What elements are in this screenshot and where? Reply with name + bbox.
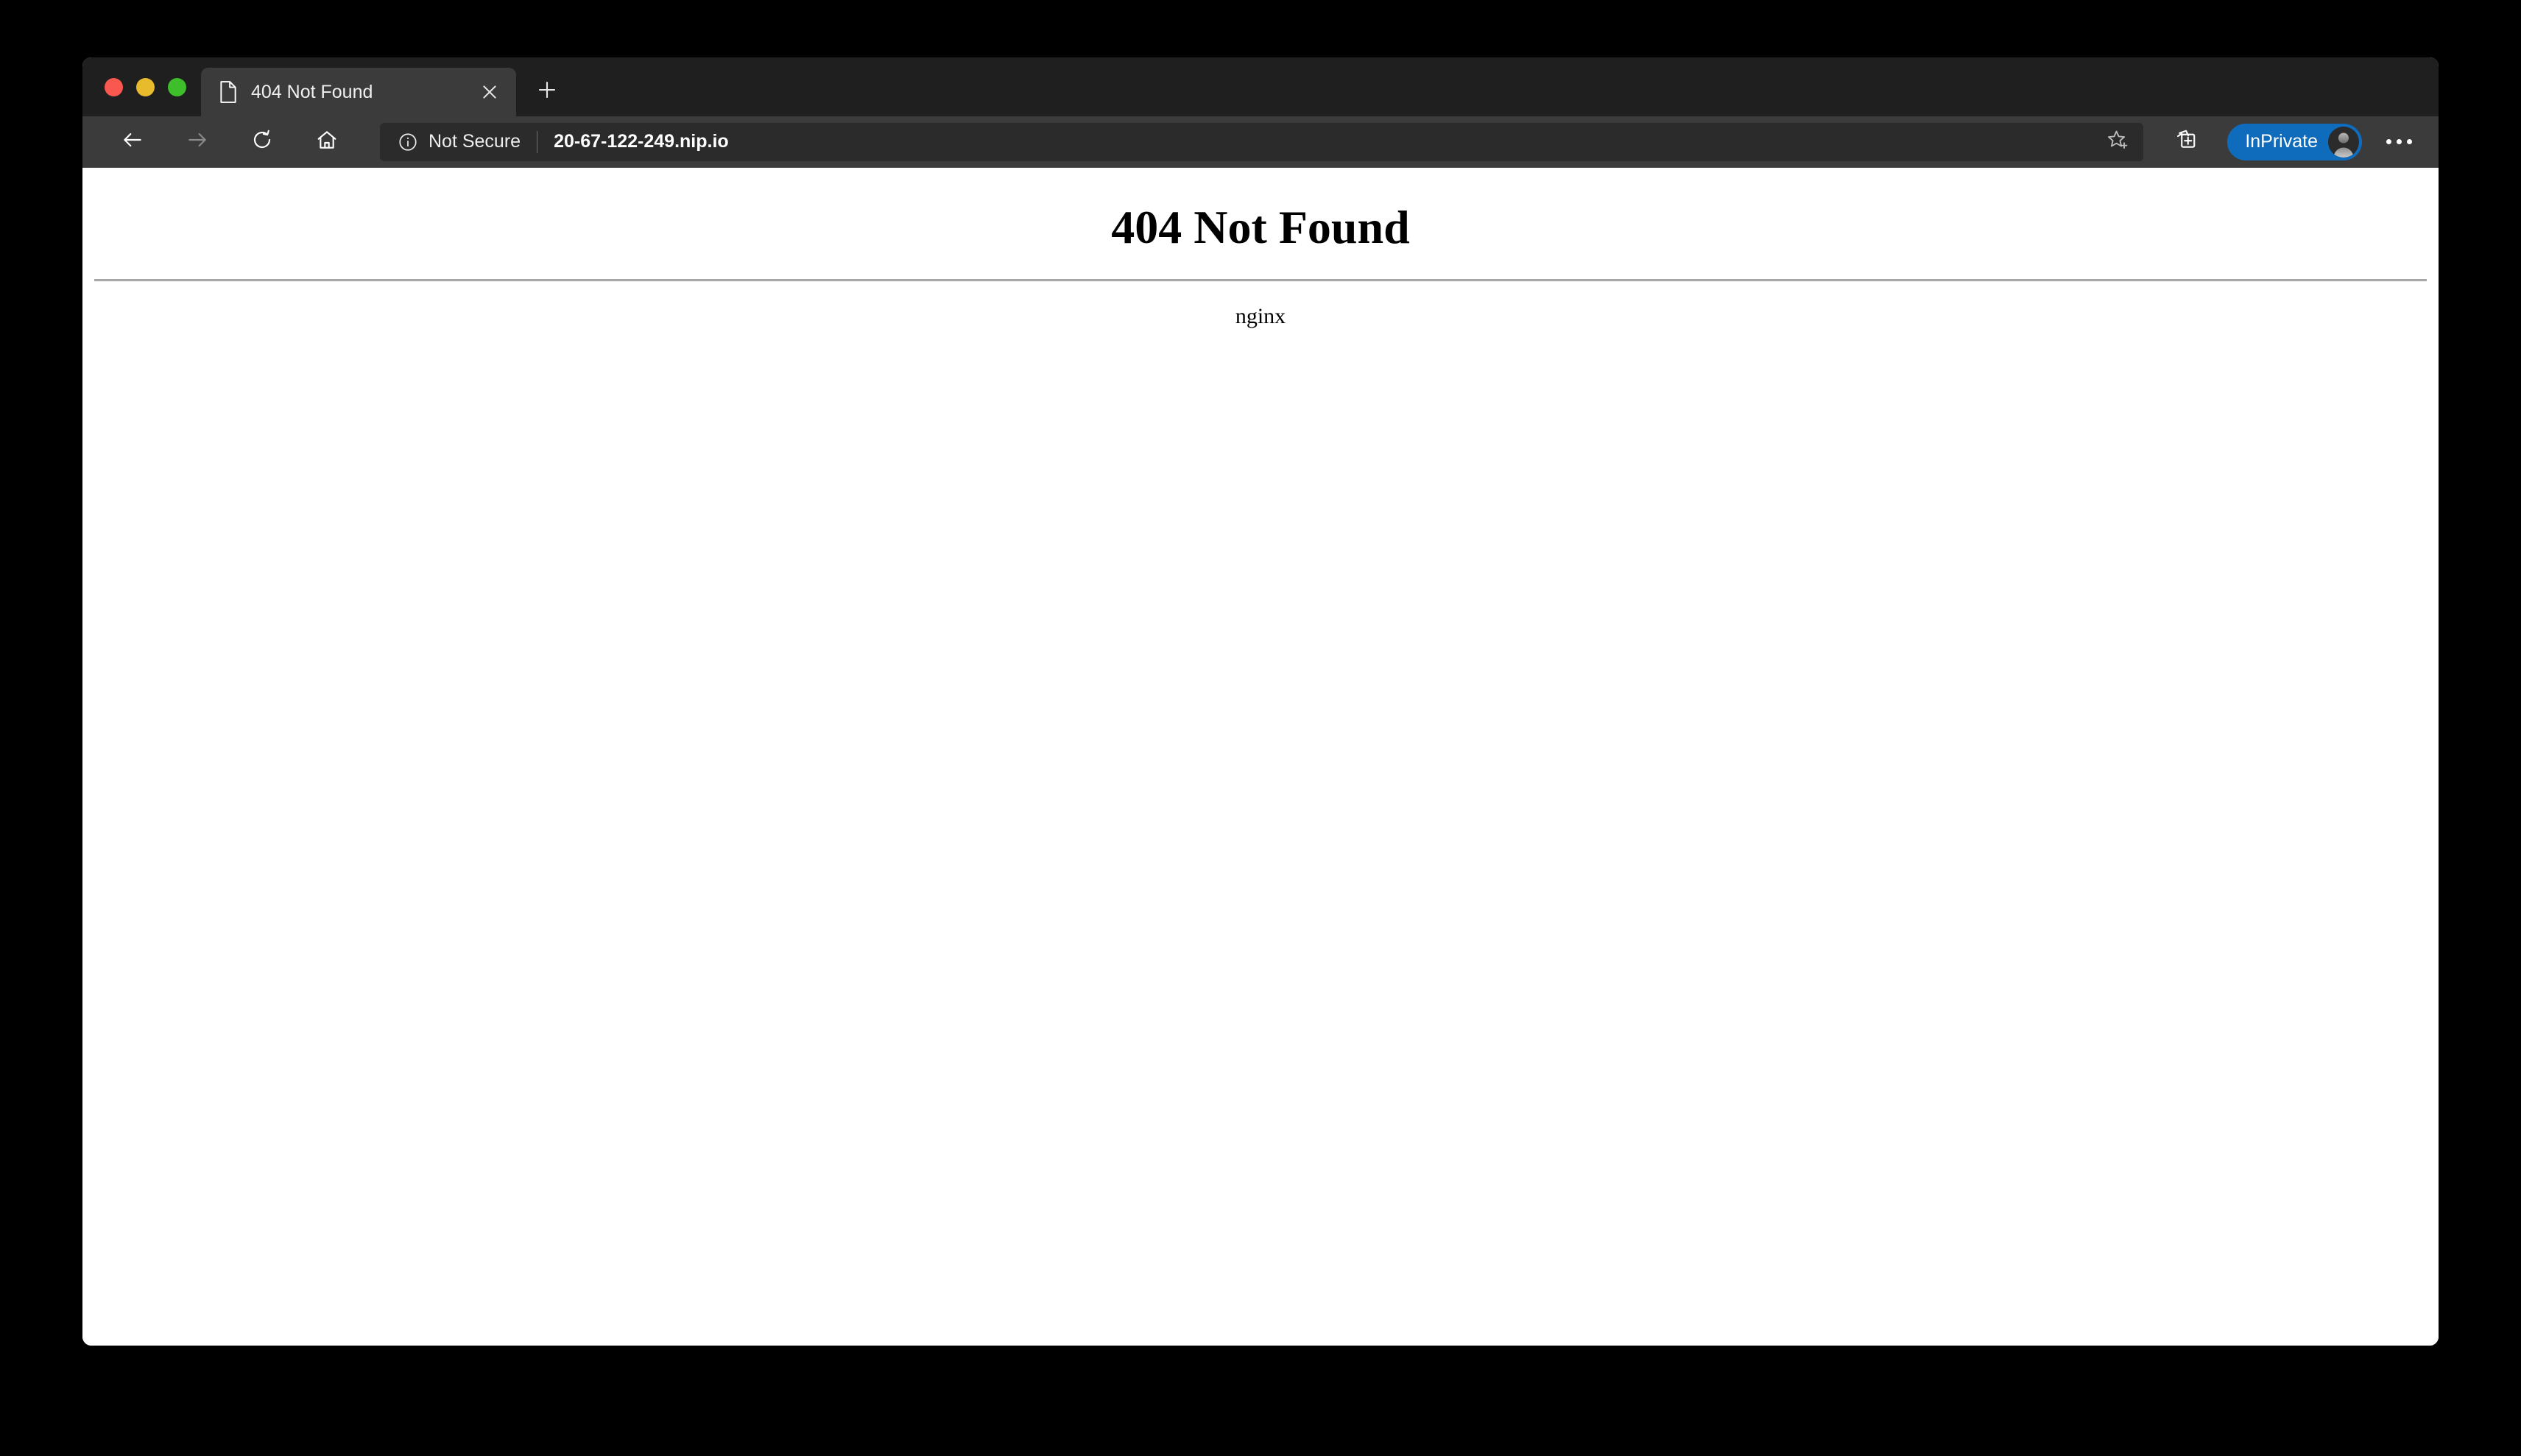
new-tab-button[interactable] xyxy=(528,72,566,110)
document-icon xyxy=(219,81,238,103)
add-favorite-button[interactable] xyxy=(2098,125,2139,159)
home-button[interactable] xyxy=(306,121,348,163)
info-circle-icon xyxy=(398,132,418,152)
profile-inprivate-button[interactable]: InPrivate xyxy=(2227,123,2362,160)
settings-and-more-button[interactable] xyxy=(2378,121,2419,163)
close-tab-button[interactable] xyxy=(475,77,504,107)
url-text[interactable]: 20-67-122-249.nip.io xyxy=(554,131,2098,152)
minimize-window-button[interactable] xyxy=(136,77,155,96)
ellipsis-icon xyxy=(2386,139,2412,144)
horizontal-rule xyxy=(94,279,2427,283)
home-icon xyxy=(315,128,339,155)
server-signature: nginx xyxy=(1235,304,1286,329)
security-status-label: Not Secure xyxy=(429,131,521,152)
tab-title: 404 Not Found xyxy=(251,81,373,102)
address-bar[interactable]: Not Secure 20-67-122-249.nip.io xyxy=(380,122,2144,161)
inprivate-label: InPrivate xyxy=(2245,131,2318,152)
arrow-left-icon xyxy=(121,128,144,155)
tab-strip: 404 Not Found xyxy=(82,57,2439,116)
reload-button[interactable] xyxy=(241,121,283,163)
zoom-window-button[interactable] xyxy=(168,77,186,96)
nginx-error-page: 404 Not Found nginx xyxy=(82,201,2439,329)
browser-window: 404 Not Found Not Secure 20-67-122-249.n… xyxy=(82,57,2439,1346)
reload-icon xyxy=(250,128,274,155)
browser-tab[interactable]: 404 Not Found xyxy=(201,68,516,116)
forward-button[interactable] xyxy=(177,121,218,163)
collections-icon xyxy=(2173,127,2199,156)
desktop-background: 404 Not Found Not Secure 20-67-122-249.n… xyxy=(0,0,2521,1456)
arrow-right-icon xyxy=(186,128,209,155)
collections-button[interactable] xyxy=(2165,121,2207,163)
plus-icon xyxy=(536,79,558,105)
close-window-button[interactable] xyxy=(105,77,123,96)
browser-toolbar: Not Secure 20-67-122-249.nip.io InPrivat… xyxy=(82,116,2439,168)
back-button[interactable] xyxy=(112,121,153,163)
page-title: 404 Not Found xyxy=(1111,201,1410,253)
star-plus-icon xyxy=(2106,129,2130,155)
person-avatar-icon xyxy=(2328,126,2359,158)
page-viewport: 404 Not Found nginx xyxy=(82,168,2439,1346)
window-controls xyxy=(82,57,201,116)
site-security-chip[interactable]: Not Secure xyxy=(398,131,521,152)
